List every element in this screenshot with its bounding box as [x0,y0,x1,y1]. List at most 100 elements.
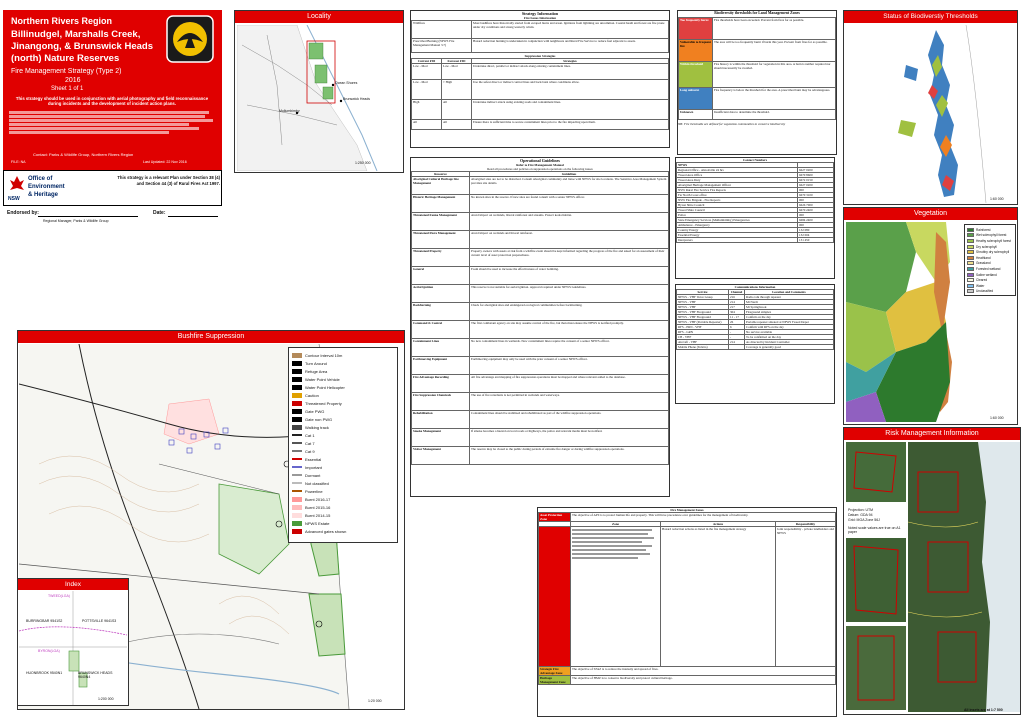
legend-symbol-icon [292,504,302,510]
oeh-logo: NSW Office of Environment & Heritage [8,174,68,204]
table-row: Mobile Phone (Telstra) Coverage is genera… [676,344,834,350]
vegetation-swatch-icon [967,272,974,277]
table-row: Within threshold Fire history is within … [678,61,836,88]
legend-symbol-icon [292,466,302,468]
legend-symbol-icon [292,512,302,518]
wildfires-label: Wildfires [411,20,472,39]
risk-panel: Risk Management Information Projection: … [843,427,1021,715]
zone-text: Fire history is within the threshold for… [712,61,836,88]
hmz-zone-label: Heritage Management Zone [538,675,571,685]
legend-symbol-icon [292,368,302,374]
nsw-waratah-icon [10,176,24,190]
table-row: Rehabilitation Containment lines should b… [411,410,669,429]
guideline-cell: Foam should be used to increase the effe… [469,266,669,285]
legend-label: Walking track [305,424,329,430]
suppression-table: Current FDI Forecast FDI Strategies Low … [411,58,669,130]
table-row: Fire Suppression Chemicals The use of fir… [411,392,669,411]
header-channel: Channel [728,289,745,295]
contact-number: 131 450 [797,237,834,243]
zone-list-cell [570,526,661,667]
legend-item: Cat 7 [292,439,394,447]
vegetation-legend-label: Saline wetland [976,272,997,277]
comms-channel-cell [728,344,745,350]
index-huonbrook-label: HUONBROOK 9540N1 [26,671,63,675]
guideline-cell: No new containment lines in wetlands. Ne… [469,338,669,357]
resource-cell: Backburning [411,302,470,321]
guideline-cell: The reserve may be closed to the public … [469,446,669,465]
locality-title: Locality [235,11,403,23]
table-row: Low - Mod Low - Mod Undertake direct, pa… [411,63,669,80]
table-row: Vulnerable to frequent fire The area wil… [678,39,836,62]
cell-strategy: Ensure there is sufficient time to secur… [471,119,669,130]
responsibility-cell: Joint responsibility - private landholde… [775,526,836,667]
legend-symbol-icon [292,424,302,430]
guideline-cell: The use of fire retardants is not permit… [469,392,669,411]
resource-cell: General [411,266,470,285]
risk-projection: Projection: UTM [848,508,874,512]
legend-symbol-icon [292,360,302,366]
cell-strategy: Undertake indirect attack using existing… [471,99,669,120]
table-row: Earthmoving Equipment Earthmoving equipme… [411,356,669,375]
legend-label: Burnt 2014-15 [305,512,331,518]
cell-forecast: Low - Mod [441,63,472,80]
legend-symbol-icon [292,392,302,398]
resource-cell: Historic Heritage Management [411,194,470,213]
legend-item: Burnt 2015-16 [292,503,394,511]
table-row: Visitor Management The reserve may be clo… [411,446,669,465]
legend-symbol-icon [292,400,302,406]
contacts-table: NPWS Regional Office - Alstonville 24 hrs… [676,162,834,243]
vegetation-legend-list: Rainforest Wet sclerophyll forest Heathy s… [967,227,1013,294]
legend-label: Water Point Helicopter [305,384,345,390]
legend-item: Water Point Vehicle [292,375,394,383]
guideline-cell: Aboriginal sites are not to be disturbed… [469,176,669,195]
legend-symbol-icon [292,416,302,422]
vegetation-swatch-icon [967,261,974,266]
vegetation-legend-label: Forested wetland [976,266,1001,271]
operational-panel: Operational Guidelines Refer to Fire Man… [410,157,670,497]
legend-list: Contour Interval 10m Turn Around Refuge Ar… [292,351,394,535]
legend-label: Water Point Vehicle [305,376,340,382]
apz-zone-label: Asset Protection Zone [538,512,571,522]
risk-inset-c [846,626,906,710]
zone-long-unburnt: Long unburnt [678,87,713,110]
oeh-line-1: Office of [28,176,53,182]
legend-label: Refuge Area [305,368,328,374]
risk-inset-a [846,442,906,502]
index-scale: 1:200 000 [98,697,114,701]
biodiversity-table: Too frequently burnt Fire thresholds hav… [678,17,836,120]
table-row: Containment Lines No new containment line… [411,338,669,357]
cell-forecast: All [441,99,472,120]
resource-cell: Containment Lines [411,338,470,357]
bushfire-map-scale: 1:20 000 [368,699,382,703]
town-ocean-shores: Ocean Shores [335,81,358,85]
endorsed-label: Endorsed by: [7,210,39,216]
locality-map [237,25,401,171]
legend-label: Cat 7 [305,440,315,446]
vegetation-legend-label: Shrubby dry sclerophyll [976,250,1010,255]
resource-cell: Threatened Fauna Management [411,212,470,231]
guideline-cell: Avoid impact on wetlands, littoral rainf… [469,212,669,231]
actions-cell: Hazard reduction actions as listed in th… [660,526,776,667]
legend-item: Advanced gates shown [292,527,394,535]
vegetation-legend-label: Rainforest [976,227,991,232]
index-burringbar-label: BURRINGBAR 9541S2 [26,619,63,623]
legend-symbol-icon [292,384,302,390]
legend-item: Essential [292,455,394,463]
guideline-cell: This reserve is not suitable for aerial … [469,284,669,303]
apz-objective: The objective of APZ is to protect human… [570,512,836,522]
vegetation-legend-label: Cleared [976,278,988,283]
guideline-cell: Earthmoving equipment may only be used w… [469,356,669,375]
vegetation-legend-item: Unclassified [967,289,1013,295]
hmz-objective: The objective of HMZ is to conserve biod… [570,675,836,685]
table-row: Prescribed Burning (NPWS Fire Management… [411,38,669,53]
cell-forecast: > High [441,79,472,100]
table-row: Too frequently burnt Fire thresholds hav… [678,17,836,40]
table-row: Fire Advantage Recording All fire advanta… [411,374,669,393]
signature-line [38,216,138,217]
guideline-cell: The first combatant agency on site may a… [469,320,669,339]
table-row: Strategic Fire Advantage Zone The object… [538,666,836,676]
vegetation-swatch-icon [967,233,974,238]
legend-label: Dormant [305,472,321,478]
disclaimer-text [9,110,215,150]
fire-issues-table: Wildfires Most bushfires have historical… [411,20,669,53]
